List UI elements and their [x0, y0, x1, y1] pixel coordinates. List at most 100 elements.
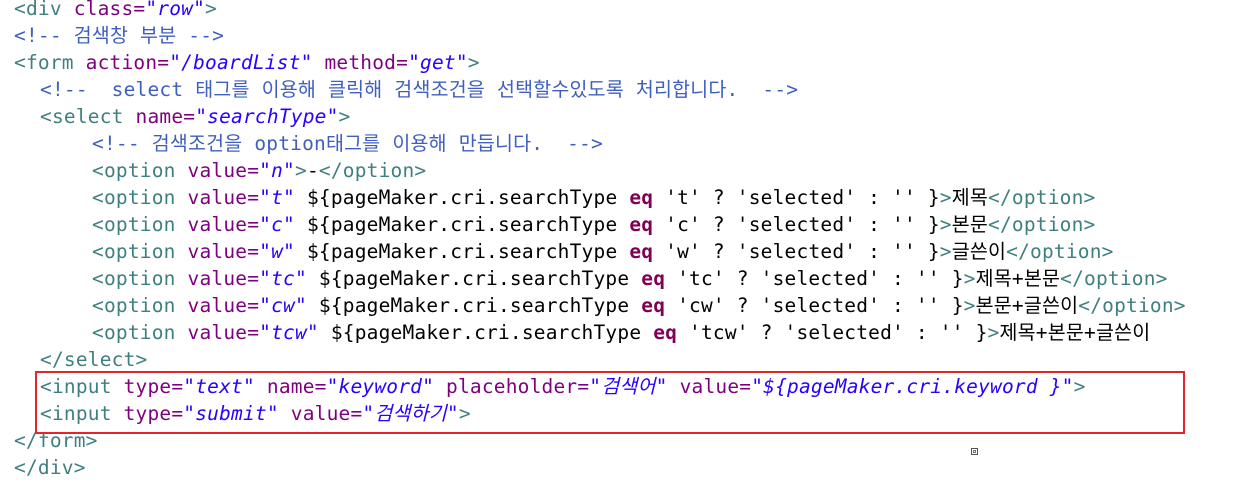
code-token: "t": [259, 186, 295, 209]
code-token: <option: [92, 294, 188, 317]
code-token: >: [338, 105, 351, 128]
code-line-8: <option value="t" ${pageMaker.cri.search…: [0, 184, 1095, 211]
code-token: value=: [187, 213, 260, 236]
code-token: eq: [653, 321, 678, 344]
code-token: >: [458, 402, 471, 425]
code-token: </select>: [40, 348, 148, 371]
code-token: ${pageMaker.cri.searchType: [295, 186, 630, 209]
code-token: 제목: [951, 186, 989, 209]
code-line-7: <option value="n">-</option>: [0, 157, 426, 184]
code-token: class=: [73, 0, 146, 20]
code-token: "submit": [183, 402, 279, 425]
code-token: <option: [92, 186, 188, 209]
code-token: value=: [290, 402, 363, 425]
code-token: "w": [259, 240, 295, 263]
code-token: value=: [187, 240, 260, 263]
code-token: "keyword": [326, 375, 435, 398]
code-token: name=: [135, 105, 196, 128]
code-token: 본문: [951, 213, 989, 236]
code-line-14: </select>: [0, 346, 147, 373]
code-token: value=: [187, 159, 260, 182]
code-token: "/boardList": [169, 51, 313, 74]
code-token: eq: [641, 294, 666, 317]
code-token: name=: [266, 375, 327, 398]
code-token: 'tcw' ? 'selected' : '' }: [677, 321, 988, 344]
code-token: >: [987, 321, 1000, 344]
code-token: ${pageMaker.cri.searchType: [318, 321, 654, 344]
code-token: -: [306, 159, 319, 182]
code-token: eq: [629, 213, 654, 236]
code-editor[interactable]: <div class="row"> <!-- 검색창 부분 --> <form …: [0, 0, 1234, 499]
code-token: type=: [123, 375, 184, 398]
code-token: </option>: [1060, 267, 1168, 290]
code-token: <input: [40, 402, 124, 425]
code-token: </option>: [988, 213, 1096, 236]
code-line-9: <option value="c" ${pageMaker.cri.search…: [0, 211, 1095, 238]
code-token: </option>: [318, 159, 427, 182]
code-token: value=: [187, 186, 260, 209]
code-line-3: <form action="/boardList" method="get">: [0, 49, 480, 76]
code-token: "n": [259, 159, 295, 182]
code-line-1: <div class="row">: [0, 0, 217, 22]
code-token: "${pageMaker.cri.keyword }": [751, 375, 1074, 398]
code-token: "row": [145, 0, 206, 20]
code-token: >: [467, 51, 480, 74]
code-token: "get": [408, 51, 468, 74]
code-token: >: [939, 240, 952, 263]
code-token: "cw": [259, 294, 307, 317]
code-token: >: [295, 159, 307, 182]
code-line-17: </form>: [0, 427, 98, 454]
code-token: 본문+글쓴이: [975, 294, 1079, 317]
code-token: ${pageMaker.cri.searchType: [306, 267, 642, 290]
code-token: 제목+본문+글쓴이: [999, 321, 1151, 344]
code-token: <form: [14, 51, 86, 74]
code-line-13: <option value="tcw" ${pageMaker.cri.sear…: [0, 319, 1150, 346]
resize-handle-icon[interactable]: [971, 448, 978, 455]
code-token: <select: [40, 105, 136, 128]
code-token: ${pageMaker.cri.searchType: [295, 213, 630, 236]
code-token: value=: [187, 267, 260, 290]
code-token: 't' ? 'selected' : '' }: [653, 186, 940, 209]
code-token: method=: [324, 51, 409, 74]
code-token: <div: [14, 0, 74, 20]
code-line-10: <option value="w" ${pageMaker.cri.search…: [0, 238, 1114, 265]
code-token: "c": [259, 213, 295, 236]
code-line-6: <!-- 검색조건을 option태그를 이용해 만듭니다. -->: [0, 130, 603, 157]
code-token: >: [205, 0, 217, 20]
code-token: "tc": [259, 267, 307, 290]
code-line-5: <select name="searchType">: [0, 103, 350, 130]
code-line-18: </div>: [0, 454, 86, 481]
code-token: ${pageMaker.cri.searchType: [295, 240, 630, 263]
code-token: <!-- 검색창 부분 -->: [14, 24, 225, 47]
code-line-11: <option value="tc" ${pageMaker.cri.searc…: [0, 265, 1168, 292]
code-token: eq: [641, 267, 666, 290]
code-token: eq: [629, 240, 654, 263]
code-token: >: [939, 213, 952, 236]
code-line-4: <!-- select 태그를 이용해 클릭해 검색조건을 선택할수있도록 처리…: [0, 76, 798, 103]
code-token: value=: [187, 294, 260, 317]
code-token: 제목+본문: [975, 267, 1061, 290]
code-token: >: [963, 294, 976, 317]
code-token: 글쓴이: [951, 240, 1007, 263]
code-token: 'cw' ? 'selected' : '' }: [665, 294, 964, 317]
code-token: </option>: [1006, 240, 1114, 263]
code-token: </div>: [14, 456, 86, 479]
code-token: type=: [123, 402, 184, 425]
code-line-12: <option value="cw" ${pageMaker.cri.searc…: [0, 292, 1186, 319]
code-token: eq: [629, 186, 654, 209]
code-token: >: [963, 267, 976, 290]
code-token: "검색하기": [362, 402, 459, 425]
code-line-16: <input type="submit" value="검색하기">: [0, 400, 471, 427]
code-token: "검색어": [589, 375, 668, 398]
code-token: <option: [92, 213, 188, 236]
code-token: "text": [183, 375, 255, 398]
code-token: <option: [92, 267, 188, 290]
code-line-2: <!-- 검색창 부분 -->: [0, 22, 224, 49]
code-token: <!-- 검색조건을 option태그를 이용해 만듭니다. -->: [92, 132, 603, 155]
code-token: placeholder=: [446, 375, 590, 398]
